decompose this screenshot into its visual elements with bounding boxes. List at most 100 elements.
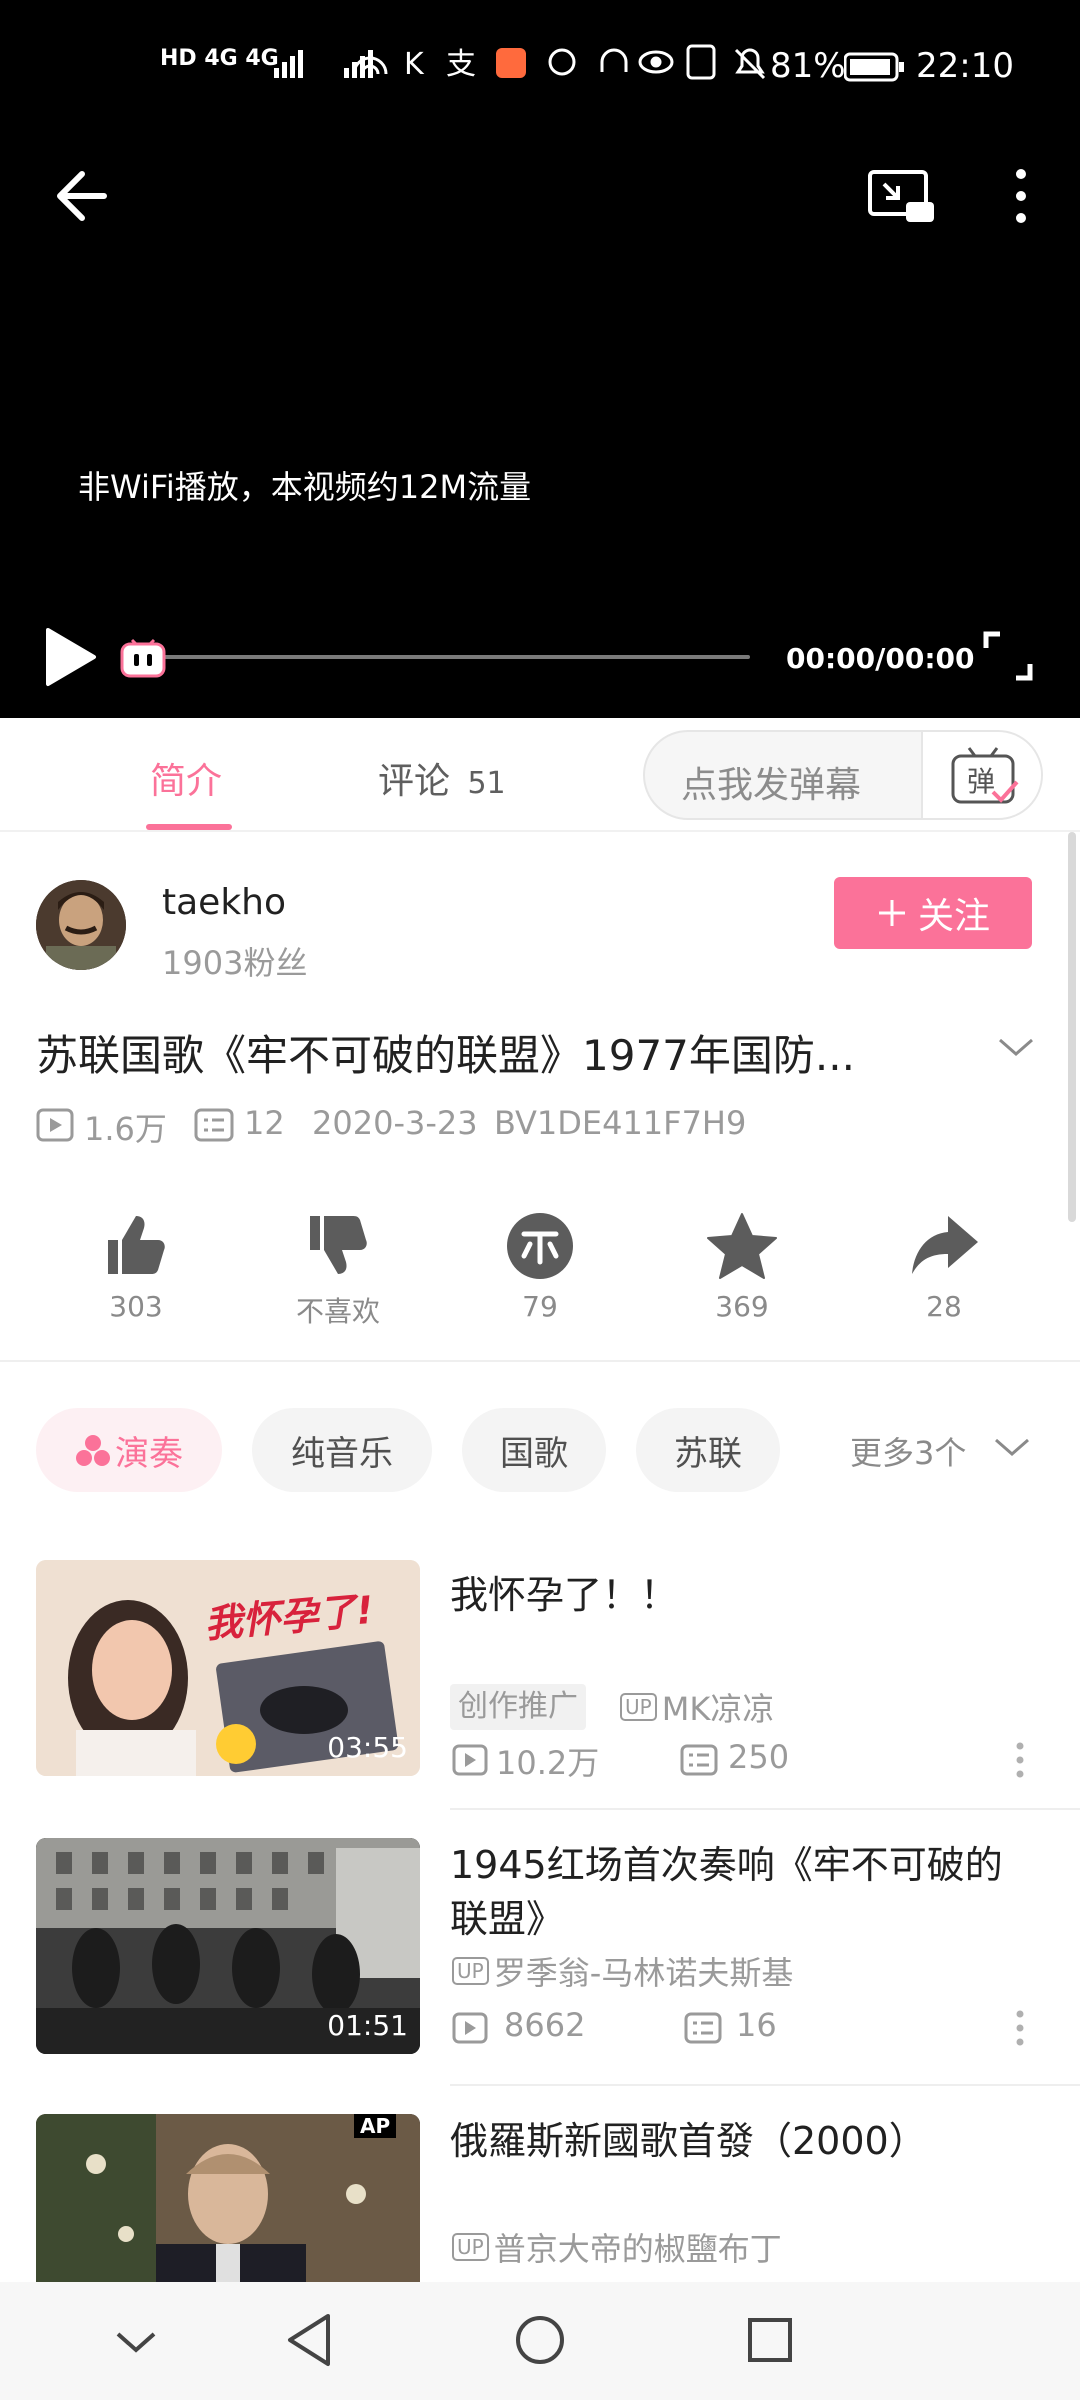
danmaku-input[interactable]: 点我发弹幕 弹	[643, 730, 1043, 820]
share-button[interactable]: 28	[884, 1210, 1004, 1323]
video-stats-row: 1.6万 12 2020-3-23 BV1DE411F7H9	[36, 1104, 1036, 1148]
tag-label: 苏联	[674, 1433, 742, 1474]
avatar[interactable]	[36, 880, 126, 970]
tab-bar: 简介 评论 51 点我发弹幕 弹	[0, 718, 1080, 832]
tab-active-indicator	[146, 824, 232, 830]
danmaku-toggle-button[interactable]: 弹	[921, 732, 1041, 818]
cast-button[interactable]	[866, 166, 936, 226]
coin-button[interactable]: 79	[480, 1210, 600, 1323]
data-usage-notice: 非WiFi播放，本视频约12M流量	[78, 468, 532, 506]
tab-comments[interactable]: 评论 51	[378, 752, 506, 804]
more-vertical-icon	[1016, 2010, 1024, 2046]
danmaku-count-icon	[680, 1744, 718, 1776]
danmaku-count-icon	[194, 1108, 234, 1142]
tab-intro[interactable]: 简介	[150, 752, 222, 804]
card-divider	[450, 2084, 1080, 2086]
uploader-line: UP MK凉凉	[620, 1684, 774, 1730]
danmaku-placeholder: 点我发弹幕	[681, 765, 862, 806]
section-divider	[0, 1360, 1080, 1362]
share-arrow-icon	[912, 1216, 978, 1274]
share-count: 28	[926, 1290, 962, 1323]
like-button[interactable]: 303	[76, 1210, 196, 1323]
follow-button[interactable]: 关注	[834, 877, 1032, 949]
up-icon: UP	[452, 2233, 489, 2261]
tag-label: 演奏	[115, 1433, 183, 1474]
promo-badge-label: 创作推广	[458, 1689, 578, 1724]
tag-chip[interactable]: 国歌	[462, 1408, 606, 1492]
view-count: 1.6万	[84, 1110, 167, 1148]
video-card-title: 俄羅斯新國歌首發（2000）	[450, 2119, 927, 2163]
nav-recents-button[interactable]	[746, 2316, 794, 2364]
circle-home-icon	[516, 2316, 564, 2364]
fullscreen-icon	[983, 631, 1033, 681]
video-title: 苏联国歌《牢不可破的联盟》1977年国防...	[36, 1031, 855, 1080]
tag-chip[interactable]: 苏联	[636, 1408, 780, 1492]
danmaku-count: 16	[736, 2006, 777, 2044]
uploader-name: 罗季翁-马林诺夫斯基	[493, 1954, 794, 1992]
card-more-button[interactable]	[1012, 1740, 1028, 1780]
uploader-name[interactable]: taekho	[162, 882, 286, 923]
bv-id: BV1DE411F7H9	[494, 1104, 747, 1142]
recommended-video-card[interactable]: AP 俄羅斯新國歌首發（2000） UP 普京大帝的椒鹽布丁	[0, 2114, 1080, 2282]
view-count: 10.2万	[496, 1744, 600, 1782]
recommended-video-card[interactable]: 01:51 1945红场首次奏响《牢不可破的联盟》 UP 罗季翁-马林诺夫斯基 …	[0, 1838, 1080, 2058]
thumbnail-logo: AP	[354, 2114, 397, 2138]
tag-chip[interactable]: 纯音乐	[252, 1408, 432, 1492]
play-button[interactable]	[42, 626, 98, 688]
nav-home-button[interactable]	[514, 2314, 566, 2366]
nav-collapse-button[interactable]	[112, 2318, 160, 2366]
svg-text:支: 支	[446, 47, 476, 82]
video-thumbnail: AP	[36, 2114, 420, 2282]
follow-label: 关注	[917, 896, 990, 937]
play-icon	[46, 628, 96, 686]
danmaku-count-icon	[684, 2012, 722, 2044]
up-icon: UP	[452, 1957, 489, 1985]
tv-thumb-icon	[120, 638, 166, 678]
clock: 22:10	[916, 46, 1014, 86]
tag-chip-featured[interactable]: 演奏	[36, 1408, 222, 1492]
favorite-button[interactable]: 369	[682, 1210, 802, 1323]
view-count: 8662	[504, 2006, 586, 2044]
arrow-left-icon	[57, 171, 107, 221]
video-duration: 03:55	[327, 1731, 408, 1764]
thumbs-down-icon	[310, 1216, 367, 1274]
tab-comments-count: 51	[467, 766, 506, 801]
danmaku-count: 12	[244, 1104, 285, 1142]
more-vertical-icon	[1016, 1742, 1024, 1778]
scrollbar[interactable]	[1068, 832, 1076, 1222]
progress-thumb[interactable]	[120, 634, 166, 680]
tab-comments-label: 评论	[378, 761, 451, 802]
favorite-count: 369	[715, 1290, 769, 1323]
cast-screen-icon	[868, 170, 934, 222]
plus-icon	[878, 900, 905, 926]
uploader-line: UP 普京大帝的椒鹽布丁	[452, 2224, 782, 2270]
coin-icon	[507, 1213, 573, 1279]
nav-back-button[interactable]	[284, 2312, 334, 2368]
thumbs-up-icon	[108, 1216, 165, 1274]
tag-dots-icon	[76, 1435, 110, 1466]
card-divider	[450, 1808, 1080, 1810]
tag-label: 纯音乐	[291, 1433, 393, 1474]
battery-icon	[843, 52, 906, 86]
publish-date: 2020-3-23	[312, 1104, 478, 1142]
svg-text:K: K	[404, 47, 425, 82]
back-button[interactable]	[50, 164, 120, 228]
dislike-label: 不喜欢	[295, 1295, 380, 1328]
chevron-down-icon	[995, 1438, 1029, 1456]
dislike-button[interactable]: 不喜欢	[278, 1210, 398, 1328]
expand-description-button[interactable]	[994, 1032, 1038, 1062]
fullscreen-button[interactable]	[982, 630, 1034, 682]
more-tags-button[interactable]: 更多3个	[850, 1428, 1040, 1472]
recommended-video-card[interactable]: 我怀孕了! 03:55 我怀孕了！！ 创作推广 UP MK凉凉 10.2万 25…	[0, 1560, 1080, 1782]
progress-track[interactable]	[140, 655, 750, 659]
danmaku-icon: 弹	[951, 747, 1019, 804]
video-thumbnail: 我怀孕了! 03:55	[36, 1560, 420, 1776]
play-count-icon	[452, 2012, 488, 2044]
status-icons: K 支	[350, 40, 770, 88]
more-vertical-icon	[1016, 169, 1026, 223]
uploader-line: UP 罗季翁-马林诺夫斯基	[452, 1948, 793, 1994]
chevron-down-icon	[116, 2332, 156, 2353]
hd-network-indicators: HD 4G 4G	[160, 46, 279, 71]
card-more-button[interactable]	[1012, 2008, 1028, 2048]
more-options-button[interactable]	[1004, 164, 1038, 228]
